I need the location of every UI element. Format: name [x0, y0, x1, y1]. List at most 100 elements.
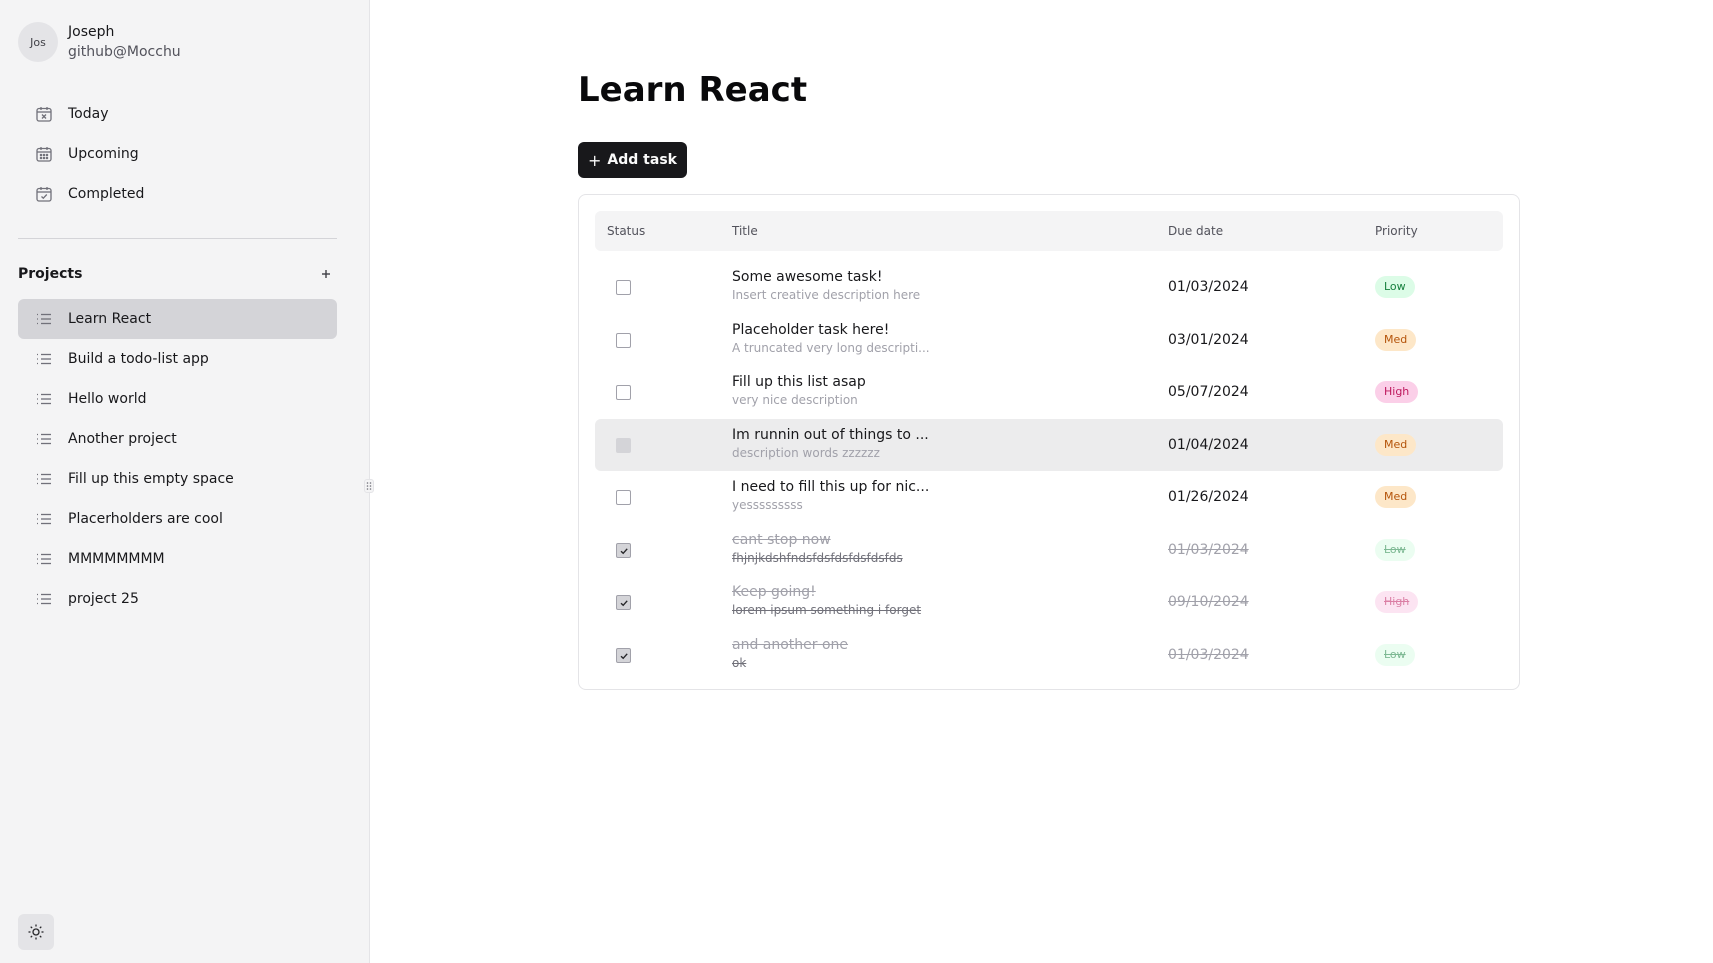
task-description: very nice description [732, 393, 858, 407]
status-checkbox[interactable] [616, 333, 631, 348]
profile-text: Joseph github@Mocchu [68, 22, 181, 62]
priority-badge: Low [1375, 644, 1415, 666]
task-table: Status Title Due date Priority Some awes… [578, 194, 1520, 690]
add-project-button[interactable] [315, 263, 337, 285]
task-title-block: I need to fill this up for nic... yesssss… [732, 477, 1152, 513]
projects-title: Projects [18, 266, 83, 282]
plus-icon: + [588, 150, 602, 170]
list-icon [34, 509, 54, 529]
table-row[interactable]: I need to fill this up for nic... yesssss… [595, 471, 1503, 523]
list-icon [34, 469, 54, 489]
priority-badge: High [1375, 381, 1419, 403]
task-title: Keep going! [732, 584, 816, 600]
task-title-block: Keep going! lorem ipsum something i forge… [732, 582, 1152, 618]
list-icon [34, 429, 54, 449]
column-header-priority[interactable]: Priority [1375, 211, 1418, 251]
table-row[interactable]: Some awesome task! Insert creative descri… [595, 261, 1503, 313]
sun-icon [28, 924, 44, 940]
priority-badge: High [1375, 591, 1419, 613]
sidebar-project-item[interactable]: Learn React [18, 299, 337, 339]
sidebar-project-item[interactable]: Hello world [18, 379, 337, 419]
user-profile[interactable]: Jos Joseph github@Mocchu [18, 22, 181, 62]
nav-item-today[interactable]: Today [18, 94, 337, 134]
table-row[interactable]: Im runnin out of things to ... descriptio… [595, 419, 1503, 471]
task-due-date: 05/07/2024 [1168, 384, 1249, 400]
task-title-block: Some awesome task! Insert creative descri… [732, 267, 1152, 303]
sidebar-project-item[interactable]: project 25 [18, 579, 337, 619]
sidebar-project-item[interactable]: Placerholders are cool [18, 499, 337, 539]
status-checkbox[interactable] [616, 280, 631, 295]
task-description: fhjnjkdshfndsfdsfdsfdsfdsfds [732, 551, 903, 565]
column-header-due-date[interactable]: Due date [1168, 211, 1223, 251]
add-task-label: Add task [607, 152, 677, 168]
table-row[interactable]: Placeholder task here! A truncated very l… [595, 314, 1503, 366]
nav-item-upcoming[interactable]: Upcoming [18, 134, 337, 174]
project-label: Learn React [68, 311, 152, 327]
task-due-date: 01/26/2024 [1168, 489, 1249, 505]
list-icon [34, 389, 54, 409]
sidebar-project-item[interactable]: Fill up this empty space [18, 459, 337, 499]
priority-badge: Med [1375, 434, 1417, 456]
list-icon [34, 549, 54, 569]
sidebar-project-item[interactable]: Build a todo-list app [18, 339, 337, 379]
list-icon [34, 349, 54, 369]
calendar-x-icon [34, 104, 54, 124]
list-icon [34, 309, 54, 329]
project-label: Another project [68, 431, 177, 447]
projects-header: Projects [18, 262, 337, 286]
task-description: description words zzzzzz [732, 446, 880, 460]
task-due-date: 01/03/2024 [1168, 647, 1249, 663]
table-header: Status Title Due date Priority [595, 211, 1503, 251]
sidebar-divider [18, 238, 337, 239]
user-handle: github@Mocchu [68, 44, 181, 60]
calendar-days-icon [34, 144, 54, 164]
column-header-title[interactable]: Title [732, 211, 758, 251]
page-title: Learn React [578, 70, 808, 110]
task-due-date: 01/03/2024 [1168, 542, 1249, 558]
column-header-status[interactable]: Status [607, 211, 645, 251]
list-icon [34, 589, 54, 609]
status-checkbox[interactable] [616, 648, 631, 663]
task-description: ok [732, 656, 747, 670]
task-title: Some awesome task! [732, 269, 883, 285]
avatar[interactable]: Jos [18, 22, 58, 62]
theme-toggle-button[interactable] [18, 914, 54, 950]
task-description: Insert creative description here [732, 288, 921, 302]
project-label: Placerholders are cool [68, 511, 223, 527]
status-checkbox[interactable] [616, 543, 631, 558]
task-due-date: 09/10/2024 [1168, 594, 1249, 610]
user-name: Joseph [68, 24, 115, 40]
task-title-block: Im runnin out of things to ... descriptio… [732, 425, 1152, 461]
nav-item-label: Completed [68, 186, 145, 202]
sidebar-project-item[interactable]: Another project [18, 419, 337, 459]
sidebar-project-item[interactable]: MMMMMMMM [18, 539, 337, 579]
check-icon [620, 652, 628, 659]
check-icon [620, 547, 628, 554]
sidebar-resize-handle[interactable] [364, 479, 374, 493]
grip-vertical-icon [366, 482, 372, 490]
task-description: A truncated very long descripti... [732, 341, 930, 355]
task-due-date: 01/03/2024 [1168, 279, 1249, 295]
table-row[interactable]: and another one ok 01/03/2024 Low [595, 629, 1503, 681]
priority-badge: Med [1375, 486, 1417, 508]
project-label: Hello world [68, 391, 147, 407]
project-label: Build a todo-list app [68, 351, 209, 367]
task-due-date: 01/04/2024 [1168, 437, 1249, 453]
project-list: Learn React Build a todo-list app Hello wo… [18, 299, 337, 619]
calendar-check-icon [34, 184, 54, 204]
nav-item-label: Upcoming [68, 146, 139, 162]
table-row[interactable]: Keep going! lorem ipsum something i forge… [595, 576, 1503, 628]
status-checkbox[interactable] [616, 490, 631, 505]
task-title: and another one [732, 637, 849, 653]
status-checkbox[interactable] [616, 595, 631, 610]
project-label: project 25 [68, 591, 139, 607]
task-title: Placeholder task here! [732, 322, 890, 338]
status-checkbox[interactable] [616, 438, 631, 453]
priority-badge: Med [1375, 329, 1417, 351]
status-checkbox[interactable] [616, 385, 631, 400]
nav-item-completed[interactable]: Completed [18, 174, 337, 214]
nav-item-label: Today [68, 106, 109, 122]
table-row[interactable]: Fill up this list asap very nice descript… [595, 366, 1503, 418]
table-row[interactable]: cant stop now fhjnjkdshfndsfdsfdsfdsfdsfd… [595, 524, 1503, 576]
add-task-button[interactable]: + Add task [578, 142, 687, 178]
